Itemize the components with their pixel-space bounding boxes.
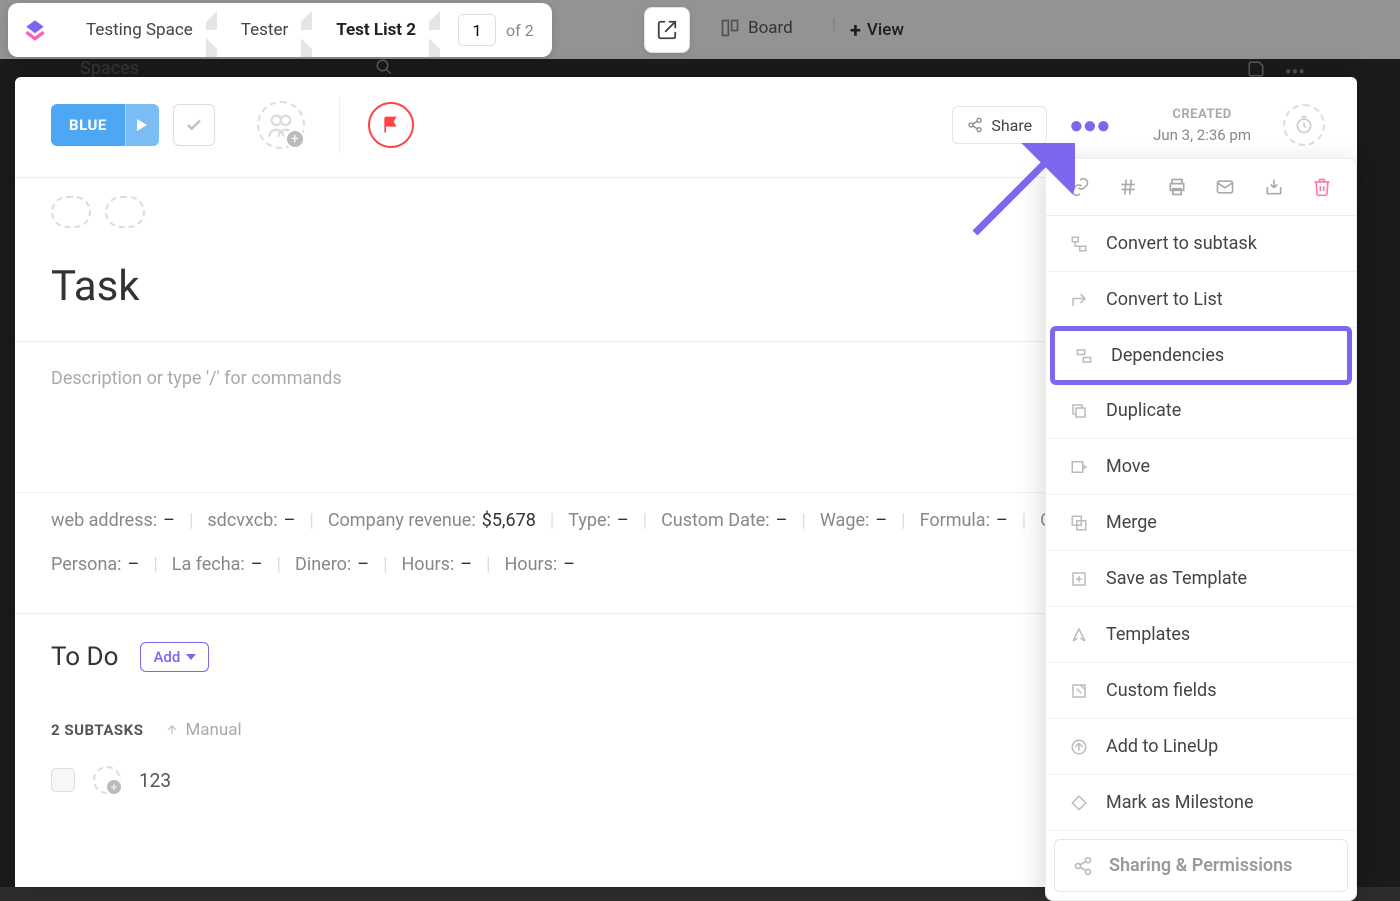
- menu-item-label: Convert to List: [1106, 289, 1223, 310]
- menu-item-convert-subtask[interactable]: Convert to subtask: [1046, 216, 1356, 272]
- subtask-name: 123: [139, 769, 171, 792]
- milestone-icon: [1068, 794, 1090, 812]
- created-label: CREATED: [1153, 107, 1251, 122]
- menu-item-save-template[interactable]: Save as Template: [1046, 551, 1356, 607]
- dependencies-icon: [1073, 347, 1095, 365]
- hash-icon[interactable]: [1116, 175, 1140, 199]
- menu-item-label: Duplicate: [1106, 400, 1181, 421]
- field-value[interactable]: –: [875, 503, 887, 539]
- desc-placeholder: Description or type '/' for commands: [51, 368, 342, 389]
- status-button[interactable]: BLUE: [51, 104, 159, 146]
- time-tracking-placeholder[interactable]: [1283, 104, 1325, 146]
- page-of-label: of 2: [506, 21, 534, 40]
- convert-list-icon: [1068, 291, 1090, 309]
- breadcrumb-folder[interactable]: Tester: [217, 3, 312, 57]
- convert-subtask-icon: [1068, 235, 1090, 253]
- add-assignee-icon: +: [285, 129, 305, 149]
- status-label: BLUE: [51, 104, 125, 146]
- menu-item-milestone[interactable]: Mark as Milestone: [1046, 775, 1356, 831]
- menu-item-label: Templates: [1106, 624, 1190, 645]
- page-input[interactable]: [458, 14, 496, 46]
- field-value[interactable]: –: [460, 547, 472, 583]
- field-value[interactable]: –: [357, 547, 369, 583]
- menu-sharing-permissions[interactable]: Sharing & Permissions: [1054, 839, 1348, 892]
- created-info: CREATED Jun 3, 2:36 pm: [1153, 107, 1251, 144]
- print-icon[interactable]: [1165, 175, 1189, 199]
- tag-placeholder[interactable]: [105, 196, 145, 228]
- link-icon[interactable]: [1068, 175, 1092, 199]
- menu-item-move[interactable]: Move: [1046, 439, 1356, 495]
- field-label: Wage:: [820, 503, 869, 539]
- menu-item-templates[interactable]: Templates: [1046, 607, 1356, 663]
- field-value[interactable]: –: [776, 503, 788, 539]
- save-template-icon: [1068, 570, 1090, 588]
- priority-flag-button[interactable]: [368, 102, 414, 148]
- field-label: Custom Date:: [661, 503, 770, 539]
- field-value[interactable]: $5,678: [482, 503, 536, 539]
- duplicate-icon: [1068, 402, 1090, 420]
- field-value[interactable]: –: [996, 503, 1008, 539]
- subtasks-count: 2 SUBTASKS: [51, 721, 143, 739]
- field-value[interactable]: –: [163, 503, 175, 539]
- field-label: Persona:: [51, 547, 122, 583]
- field-value[interactable]: –: [563, 547, 575, 583]
- field-label: Hours:: [401, 547, 454, 583]
- open-external-button[interactable]: [644, 7, 690, 53]
- menu-item-merge[interactable]: Merge: [1046, 495, 1356, 551]
- tag-placeholder[interactable]: [51, 196, 91, 228]
- status-next-icon[interactable]: [125, 104, 159, 146]
- todo-title: To Do: [51, 642, 118, 672]
- menu-item-label: Dependencies: [1111, 345, 1224, 366]
- divider: [339, 97, 340, 153]
- field-label: Type:: [568, 503, 611, 539]
- breadcrumb-pager: of 2: [440, 14, 552, 46]
- subtask-checkbox[interactable]: [51, 768, 75, 792]
- field-value[interactable]: –: [128, 547, 140, 583]
- field-value[interactable]: –: [617, 503, 629, 539]
- menu-item-label: Custom fields: [1106, 680, 1217, 701]
- menu-item-custom-fields[interactable]: Custom fields: [1046, 663, 1356, 719]
- menu-item-label: Convert to subtask: [1106, 233, 1257, 254]
- breadcrumb: Testing Space Tester Test List 2 of 2: [8, 3, 552, 57]
- breadcrumb-space[interactable]: Testing Space: [62, 3, 217, 57]
- field-label: sdcvxcb:: [207, 503, 277, 539]
- menu-item-dependencies[interactable]: Dependencies: [1050, 326, 1352, 385]
- share-button[interactable]: Share: [952, 106, 1047, 144]
- created-time: Jun 3, 2:36 pm: [1153, 126, 1251, 144]
- sort-mode[interactable]: Manual: [165, 720, 241, 740]
- move-icon: [1068, 458, 1090, 476]
- menu-item-label: Mark as Milestone: [1106, 792, 1254, 813]
- share-label: Share: [991, 116, 1032, 135]
- menu-item-label: Merge: [1106, 512, 1157, 533]
- field-label: web address:: [51, 503, 157, 539]
- more-options-button[interactable]: ●●●: [1069, 111, 1109, 140]
- add-subtask-button[interactable]: Add: [140, 642, 209, 672]
- menu-item-convert-list[interactable]: Convert to List: [1046, 272, 1356, 328]
- breadcrumb-list[interactable]: Test List 2: [312, 3, 440, 57]
- trash-icon[interactable]: [1310, 175, 1334, 199]
- menu-item-label: Save as Template: [1106, 568, 1247, 589]
- subtask-assignee-placeholder[interactable]: [93, 766, 121, 794]
- mail-icon[interactable]: [1213, 175, 1237, 199]
- merge-icon: [1068, 514, 1090, 532]
- menu-item-label: Add to LineUp: [1106, 736, 1218, 757]
- menu-item-label: Move: [1106, 456, 1150, 477]
- lineup-icon: [1068, 738, 1090, 756]
- field-label: Company revenue:: [328, 503, 476, 539]
- field-label: Dinero:: [295, 547, 351, 583]
- task-options-menu: Convert to subtask Convert to List Depende…: [1045, 158, 1357, 901]
- menu-item-duplicate[interactable]: Duplicate: [1046, 383, 1356, 439]
- field-label: La fecha:: [172, 547, 245, 583]
- assignee-placeholder[interactable]: +: [257, 101, 305, 149]
- field-label: Hours:: [504, 547, 557, 583]
- app-logo-icon[interactable]: [8, 17, 62, 43]
- menu-item-lineup[interactable]: Add to LineUp: [1046, 719, 1356, 775]
- field-value[interactable]: –: [251, 547, 263, 583]
- field-value[interactable]: –: [284, 503, 296, 539]
- archive-icon[interactable]: [1262, 175, 1286, 199]
- field-label: Formula:: [920, 503, 990, 539]
- custom-fields-icon: [1068, 682, 1090, 700]
- complete-check-button[interactable]: [173, 104, 215, 146]
- templates-icon: [1068, 626, 1090, 644]
